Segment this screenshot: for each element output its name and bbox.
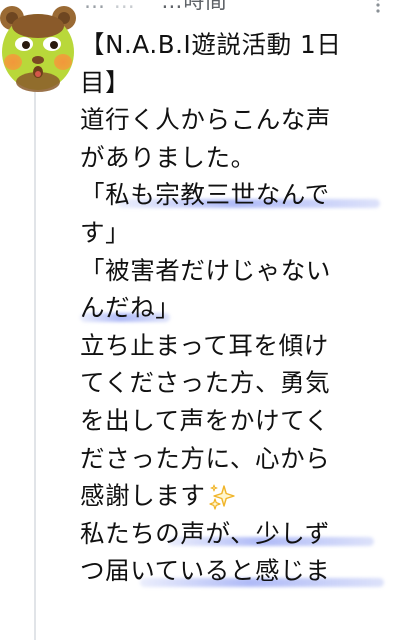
tweet-text: 【N.A.B.I遊説活動 1日 目】 道行く人からこんな声 がありました。 「私… xyxy=(80,26,398,590)
text-line: 感謝します xyxy=(80,477,398,515)
text-line: す」 xyxy=(80,217,131,247)
text-line: がありました。 xyxy=(80,142,256,172)
text-line: ださった方に、心から xyxy=(80,443,331,473)
text-line: てくださった方、勇気 xyxy=(80,368,331,398)
text-line: 「被害者だけじゃない xyxy=(80,255,331,285)
text-line: 目】 xyxy=(80,67,131,97)
user-handle: … xyxy=(113,0,136,12)
bear-avatar-icon xyxy=(0,6,76,92)
text-line: 【N.A.B.I遊説活動 1日 xyxy=(80,30,342,59)
avatar[interactable] xyxy=(0,0,76,98)
display-name[interactable]: … xyxy=(84,0,106,12)
text-line-highlighted: 「私も宗教三世なんで xyxy=(80,176,398,214)
text-line-highlighted: んだね」 xyxy=(80,293,181,323)
more-options-icon[interactable] xyxy=(371,0,385,14)
sparkles-icon xyxy=(208,483,236,511)
tweet-header: … … …時間 xyxy=(84,0,384,12)
timestamp[interactable]: …時間 xyxy=(161,0,227,12)
text-line-highlighted: つ届いていると感じま xyxy=(80,552,398,590)
text-line: 立ち止まって耳を傾け xyxy=(80,330,329,360)
thread-connector-line xyxy=(34,92,36,640)
text-line-highlighted: 私たちの声が、少しず xyxy=(80,515,398,553)
text-line: を出して声をかけてく xyxy=(80,405,330,435)
text-line: 道行く人からこんな声 xyxy=(80,105,331,135)
tweet-post[interactable]: … … …時間 【N.A.B.I遊説活動 1日 目】 道行く人からこんな声 があ… xyxy=(0,0,405,640)
